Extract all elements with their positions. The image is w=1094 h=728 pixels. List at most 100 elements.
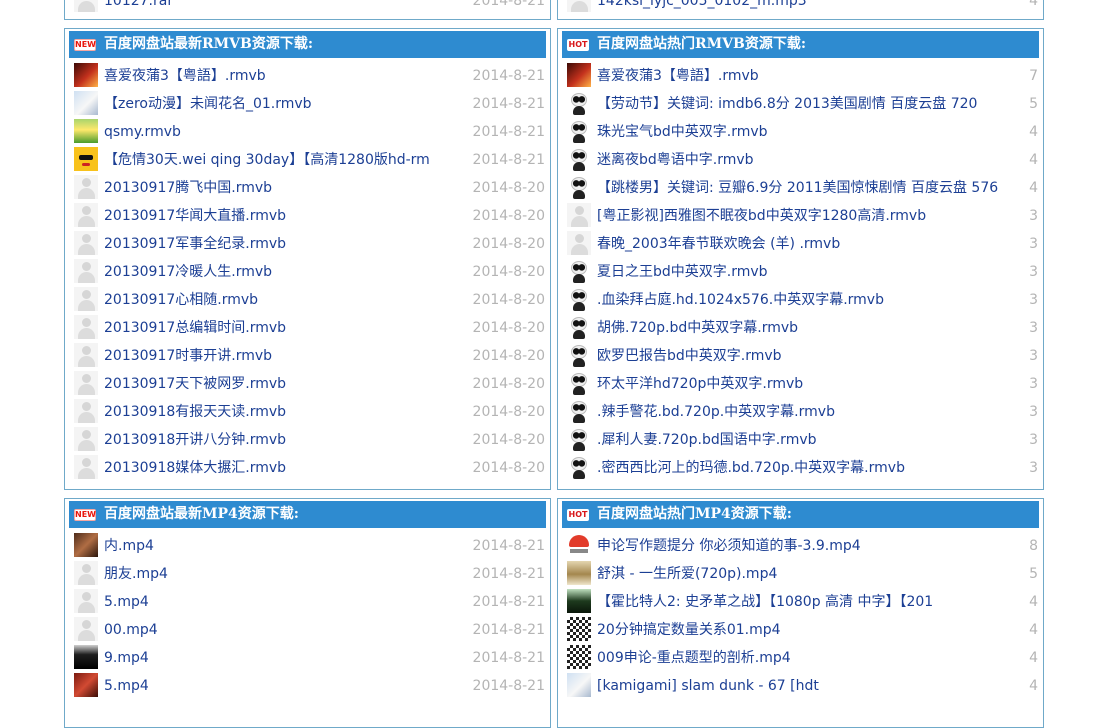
file-name-link[interactable]: 【zero动漫】未闻花名_01.rmvb bbox=[104, 90, 445, 118]
file-name-link[interactable]: 喜爱夜蒲3【粤語】.rmvb bbox=[104, 62, 445, 90]
file-name-link[interactable]: 20130918有报天天读.rmvb bbox=[104, 398, 445, 426]
file-name-link[interactable]: .犀利人妻.720p.bd国语中字.rmvb bbox=[597, 426, 1008, 454]
file-name-link[interactable]: [kamigami] slam dunk - 67 [hdt bbox=[597, 672, 1008, 700]
list-item[interactable]: 申论写作题提分 你必须知道的事-3.9.mp4 8 bbox=[567, 532, 1038, 560]
download-count: 4 bbox=[1029, 594, 1038, 610]
list-item[interactable]: 20130918媒体大搌汇.rmvb 2014-8-20 bbox=[74, 454, 545, 482]
file-date: 2014-8-20 bbox=[472, 376, 545, 392]
list-item[interactable]: [粤正影视]西雅图不眠夜bd中英双字1280高清.rmvb 3 bbox=[567, 202, 1038, 230]
list-item[interactable]: 9.mp4 2014-8-21 bbox=[74, 644, 545, 672]
file-name-link[interactable]: 5.mp4 bbox=[104, 672, 445, 700]
list-item[interactable]: .辣手警花.bd.720p.中英双字幕.rmvb 3 bbox=[567, 398, 1038, 426]
list-item[interactable]: .犀利人妻.720p.bd国语中字.rmvb 3 bbox=[567, 426, 1038, 454]
list-item[interactable]: 20130917军事全纪录.rmvb 2014-8-20 bbox=[74, 230, 545, 258]
file-name-link[interactable]: .血染拜占庭.hd.1024x576.中英双字幕.rmvb bbox=[597, 286, 1008, 314]
list-item[interactable]: 20130918有报天天读.rmvb 2014-8-20 bbox=[74, 398, 545, 426]
list-item[interactable]: 【zero动漫】未闻花名_01.rmvb 2014-8-21 bbox=[74, 90, 545, 118]
list-item[interactable]: 20130917腾飞中国.rmvb 2014-8-20 bbox=[74, 174, 545, 202]
latest-mp4-panel: NEW 百度网盘站最新MP4资源下载: 内.mp4 2014-8-21 朋友.mp4 20… bbox=[64, 498, 551, 728]
list-item[interactable]: 20130917总编辑时间.rmvb 2014-8-20 bbox=[74, 314, 545, 342]
file-name-link[interactable]: 欧罗巴报告bd中英双字.rmvb bbox=[597, 342, 1008, 370]
file-name-link[interactable]: 9.mp4 bbox=[104, 644, 445, 672]
list-item[interactable]: 夏日之王bd中英双字.rmvb 3 bbox=[567, 258, 1038, 286]
file-thumbnail-icon bbox=[74, 203, 98, 227]
file-name-link[interactable]: 喜爱夜蒲3【粤語】.rmvb bbox=[597, 62, 1008, 90]
list-item[interactable]: 00.mp4 2014-8-21 bbox=[74, 616, 545, 644]
file-thumbnail-icon bbox=[567, 673, 591, 697]
file-name-link[interactable]: 【劳动节】关键词: imdb6.8分 2013美国剧情 百度云盘 720 bbox=[597, 90, 1008, 118]
list-item[interactable]: 舒淇 - 一生所爱(720p).mp4 5 bbox=[567, 560, 1038, 588]
list-item[interactable]: qsmy.rmvb 2014-8-21 bbox=[74, 118, 545, 146]
list-item[interactable]: 20130917心相随.rmvb 2014-8-20 bbox=[74, 286, 545, 314]
file-name-link[interactable]: 春晚_2003年春节联欢晚会 (羊) .rmvb bbox=[597, 230, 1008, 258]
file-name-link[interactable]: qsmy.rmvb bbox=[104, 118, 445, 146]
file-name-link[interactable]: 20130918开讲八分钟.rmvb bbox=[104, 426, 445, 454]
file-name-link[interactable]: 20130917华闻大直播.rmvb bbox=[104, 202, 445, 230]
list-item[interactable]: 10127.rar 2014-8-21 bbox=[74, 0, 545, 15]
file-name-link[interactable]: 5.mp4 bbox=[104, 588, 445, 616]
list-item[interactable]: 20130917华闻大直播.rmvb 2014-8-20 bbox=[74, 202, 545, 230]
list-item[interactable]: 喜爱夜蒲3【粤語】.rmvb 7 bbox=[567, 62, 1038, 90]
list-item[interactable]: 内.mp4 2014-8-21 bbox=[74, 532, 545, 560]
download-count: 5 bbox=[1029, 566, 1038, 582]
file-name-link[interactable]: 珠光宝气bd中英双字.rmvb bbox=[597, 118, 1008, 146]
list-item[interactable]: 春晚_2003年春节联欢晚会 (羊) .rmvb 3 bbox=[567, 230, 1038, 258]
file-name-link[interactable]: 20130917总编辑时间.rmvb bbox=[104, 314, 445, 342]
list-item[interactable]: 20分钟搞定数量关系01.mp4 4 bbox=[567, 616, 1038, 644]
list-item[interactable]: 欧罗巴报告bd中英双字.rmvb 3 bbox=[567, 342, 1038, 370]
file-name-link[interactable]: 00.mp4 bbox=[104, 616, 445, 644]
file-name-link[interactable]: 20130917军事全纪录.rmvb bbox=[104, 230, 445, 258]
list-item[interactable]: 20130918开讲八分钟.rmvb 2014-8-20 bbox=[74, 426, 545, 454]
list-item[interactable]: 环太平洋hd720p中英双字.rmvb 3 bbox=[567, 370, 1038, 398]
list-item[interactable]: 【霍比特人2: 史矛革之战】【1080p 高清 中字】【201 4 bbox=[567, 588, 1038, 616]
file-name-link[interactable]: 申论写作题提分 你必须知道的事-3.9.mp4 bbox=[597, 532, 1008, 560]
file-name-link[interactable]: 009申论-重点题型的剖析.mp4 bbox=[597, 644, 1008, 672]
file-name-link[interactable]: 20分钟搞定数量关系01.mp4 bbox=[597, 616, 1008, 644]
file-name-link[interactable]: 舒淇 - 一生所爱(720p).mp4 bbox=[597, 560, 1008, 588]
file-thumbnail-icon bbox=[567, 175, 591, 199]
file-name-link[interactable]: 10127.rar bbox=[104, 0, 445, 15]
list-item[interactable]: 20130917冷暖人生.rmvb 2014-8-20 bbox=[74, 258, 545, 286]
list-item[interactable]: 【跳楼男】关键词: 豆瓣6.9分 2011美国惊悚剧情 百度云盘 576 4 bbox=[567, 174, 1038, 202]
file-name-link[interactable]: 朋友.mp4 bbox=[104, 560, 445, 588]
list-item[interactable]: .血染拜占庭.hd.1024x576.中英双字幕.rmvb 3 bbox=[567, 286, 1038, 314]
list-item[interactable]: 胡佛.720p.bd中英双字幕.rmvb 3 bbox=[567, 314, 1038, 342]
file-name-link[interactable]: 20130917冷暖人生.rmvb bbox=[104, 258, 445, 286]
download-count: 7 bbox=[1029, 68, 1038, 84]
list-item[interactable]: .密西西比河上的玛德.bd.720p.中英双字幕.rmvb 3 bbox=[567, 454, 1038, 482]
file-name-link[interactable]: 迷离夜bd粤语中字.rmvb bbox=[597, 146, 1008, 174]
file-name-link[interactable]: 20130917腾飞中国.rmvb bbox=[104, 174, 445, 202]
file-name-link[interactable]: 20130918媒体大搌汇.rmvb bbox=[104, 454, 445, 482]
file-name-link[interactable]: 20130917心相随.rmvb bbox=[104, 286, 445, 314]
list-item[interactable]: 009申论-重点题型的剖析.mp4 4 bbox=[567, 644, 1038, 672]
file-name-link[interactable]: 【霍比特人2: 史矛革之战】【1080p 高清 中字】【201 bbox=[597, 588, 1008, 616]
file-name-link[interactable]: 内.mp4 bbox=[104, 532, 445, 560]
panel-header: NEW 百度网盘站最新MP4资源下载: bbox=[69, 501, 546, 528]
list-item[interactable]: 迷离夜bd粤语中字.rmvb 4 bbox=[567, 146, 1038, 174]
file-name-link[interactable]: .辣手警花.bd.720p.中英双字幕.rmvb bbox=[597, 398, 1008, 426]
file-name-link[interactable]: 【跳楼男】关键词: 豆瓣6.9分 2011美国惊悚剧情 百度云盘 576 bbox=[597, 174, 1008, 202]
list-item[interactable]: 5.mp4 2014-8-21 bbox=[74, 672, 545, 700]
list-item[interactable]: 142ksl_lyjc_005_0102_m.mp3 4 bbox=[567, 0, 1038, 15]
list-item[interactable]: 【危情30天.wei qing 30day】【高清1280版hd-rm 2014-… bbox=[74, 146, 545, 174]
file-name-link[interactable]: 【危情30天.wei qing 30day】【高清1280版hd-rm bbox=[104, 146, 445, 174]
file-name-link[interactable]: 142ksl_lyjc_005_0102_m.mp3 bbox=[597, 0, 1008, 15]
file-name-link[interactable]: 夏日之王bd中英双字.rmvb bbox=[597, 258, 1008, 286]
list-item[interactable]: 珠光宝气bd中英双字.rmvb 4 bbox=[567, 118, 1038, 146]
list-item[interactable]: 朋友.mp4 2014-8-21 bbox=[74, 560, 545, 588]
file-name-link[interactable]: 胡佛.720p.bd中英双字幕.rmvb bbox=[597, 314, 1008, 342]
list-item[interactable]: 20130917天下被网罗.rmvb 2014-8-20 bbox=[74, 370, 545, 398]
list-item[interactable]: 5.mp4 2014-8-21 bbox=[74, 588, 545, 616]
file-name-link[interactable]: .密西西比河上的玛德.bd.720p.中英双字幕.rmvb bbox=[597, 454, 1008, 482]
download-count: 3 bbox=[1029, 236, 1038, 252]
file-list: 喜爱夜蒲3【粤語】.rmvb 7 【劳动节】关键词: imdb6.8分 2013美国… bbox=[567, 62, 1038, 482]
list-item[interactable]: 20130917时事开讲.rmvb 2014-8-20 bbox=[74, 342, 545, 370]
list-item[interactable]: 【劳动节】关键词: imdb6.8分 2013美国剧情 百度云盘 720 5 bbox=[567, 90, 1038, 118]
file-name-link[interactable]: 20130917时事开讲.rmvb bbox=[104, 342, 445, 370]
file-thumbnail-icon bbox=[74, 63, 98, 87]
file-name-link[interactable]: 环太平洋hd720p中英双字.rmvb bbox=[597, 370, 1008, 398]
list-item[interactable]: 喜爱夜蒲3【粤語】.rmvb 2014-8-21 bbox=[74, 62, 545, 90]
list-item[interactable]: [kamigami] slam dunk - 67 [hdt 4 bbox=[567, 672, 1038, 700]
file-name-link[interactable]: 20130917天下被网罗.rmvb bbox=[104, 370, 445, 398]
file-name-link[interactable]: [粤正影视]西雅图不眠夜bd中英双字1280高清.rmvb bbox=[597, 202, 1008, 230]
